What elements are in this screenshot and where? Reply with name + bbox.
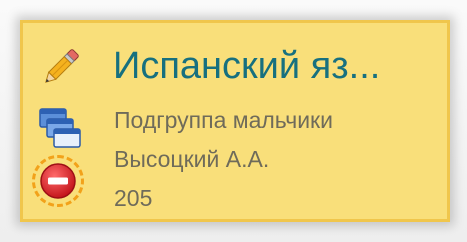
room-number: 205	[114, 185, 153, 211]
subject-title[interactable]: Испанский яз...	[113, 43, 380, 89]
card-icon-column	[23, 23, 98, 219]
screen-background: Испанский яз... Подгруппа мальчики Высоц…	[0, 0, 467, 242]
pencil-icon[interactable]	[37, 45, 83, 91]
stop-icon[interactable]	[39, 162, 77, 200]
subgroup-label: Подгруппа мальчики	[114, 107, 333, 133]
lesson-card[interactable]: Испанский яз... Подгруппа мальчики Высоц…	[20, 20, 450, 222]
subgroups-icon	[39, 108, 81, 148]
teacher-name: Высоцкий А.А.	[114, 146, 270, 172]
